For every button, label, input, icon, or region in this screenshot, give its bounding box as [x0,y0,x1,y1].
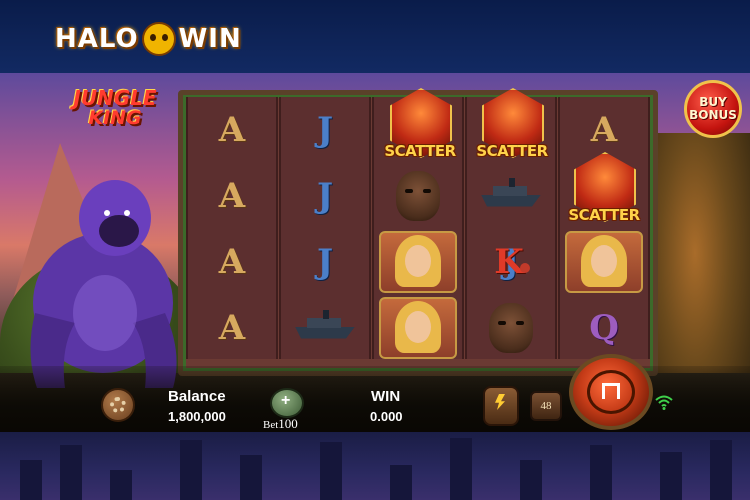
autoplay-button[interactable]: 48 [530,391,562,421]
game-logo-line1: JUNGLE [73,86,157,110]
win-value: 0.000 [370,409,403,424]
gorilla-character [30,180,177,388]
logo-text-right: WIN [178,24,242,54]
skull-icon [141,22,176,56]
tribal-mask-icon [396,170,440,221]
symbol-j: J [316,109,334,150]
balance-label: Balance [168,388,226,405]
symbol-k: K [494,241,524,282]
scatter-symbol: SCATTER [374,88,466,174]
turbo-button[interactable] [483,386,519,426]
gear-icon [110,397,126,413]
game-logo-line2: KING [88,107,142,129]
scatter-symbol: SCATTER [466,88,558,174]
symbol-a: A [218,109,246,150]
woman-portrait-icon [379,230,457,293]
tribal-mask-icon [489,302,533,353]
win-label: WIN [371,388,401,405]
symbol-j: J [316,241,334,282]
wifi-icon [655,395,673,410]
settings-button[interactable] [101,388,135,422]
symbol-q: Q [589,307,619,348]
symbol-woman [374,295,462,360]
scatter-label: SCATTER [384,142,456,160]
logo-text-left: HALO [55,24,139,54]
scatter-label: SCATTER [568,206,640,224]
symbol-a: A [218,307,246,348]
woman-portrait-icon [379,296,457,359]
halowin-logo: HALO WIN [55,22,242,56]
bet-button[interactable] [270,388,304,418]
symbol-mask [467,295,555,360]
spin-icon [587,370,635,414]
buy-bonus-line2: BONUS [689,108,737,122]
symbol-j: J [316,175,334,216]
ship-icon [481,177,541,211]
jungle-king-logo: JUNGLE KING [60,88,170,128]
bottom-background [0,432,750,500]
symbol-woman [560,229,648,294]
ship-icon [295,309,355,343]
bet-display: Bet100 [263,416,298,432]
bet-value: 100 [278,416,298,431]
symbol-a: A [218,241,246,282]
reel-1: A A A A [186,97,278,359]
buy-bonus-button[interactable]: BUY BONUS [684,80,742,138]
reel-2: J J J [279,97,371,359]
bet-label: Bet [263,419,279,431]
rose-decoration [520,263,530,273]
woman-portrait-icon [565,230,643,293]
symbol-woman [374,229,462,294]
balance-value: 1,800,000 [168,409,226,424]
spin-button[interactable] [569,354,653,430]
scatter-label: SCATTER [476,142,548,160]
symbol-a: A [218,175,246,216]
scatter-symbol: SCATTER [558,152,650,238]
symbol-ship [281,295,369,360]
